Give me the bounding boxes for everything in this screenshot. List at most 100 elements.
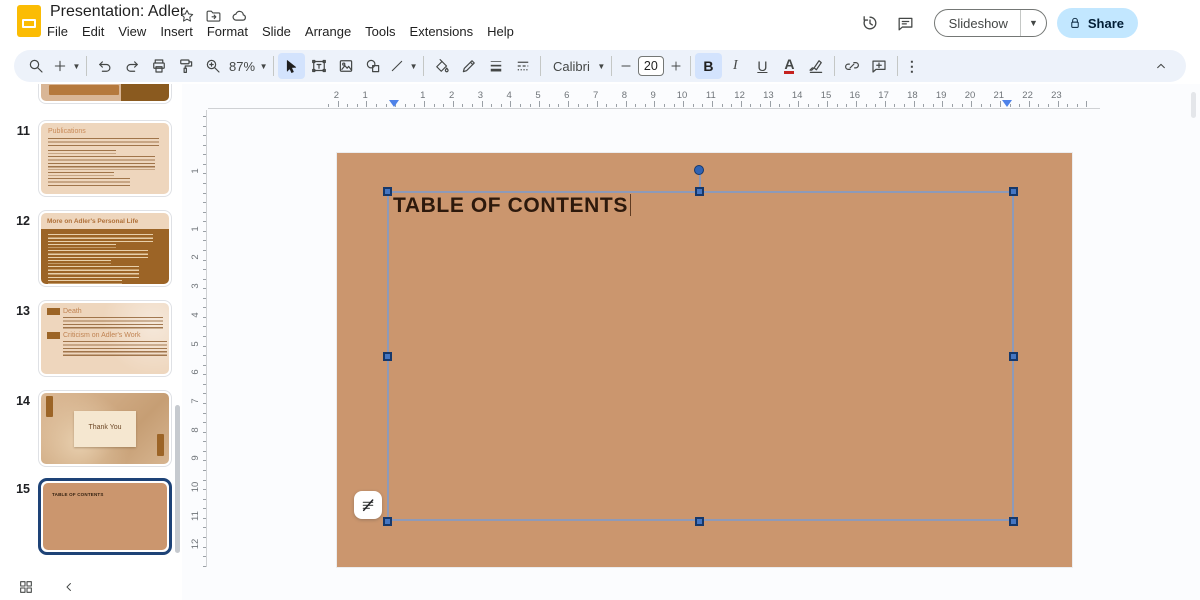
share-button[interactable]: Share (1057, 8, 1138, 38)
add-comment-button[interactable] (866, 53, 893, 79)
grid-view-icon[interactable] (18, 579, 34, 595)
thumbnail-slide-12[interactable]: More on Adler's Personal Life (38, 210, 172, 287)
border-dash-button[interactable] (509, 53, 536, 79)
zoom-in-icon[interactable] (199, 53, 226, 79)
slides-app-icon-inner (22, 19, 36, 28)
menu-extensions[interactable]: Extensions (403, 22, 481, 41)
select-tool[interactable] (278, 53, 305, 79)
font-size-increase-button[interactable] (666, 53, 686, 79)
ruler-tick (1048, 104, 1049, 108)
redo-button[interactable] (118, 53, 145, 79)
font-size-input[interactable]: 20 (638, 56, 664, 76)
thumbnail-slide-10-partial[interactable] (38, 84, 172, 104)
rotation-handle[interactable] (694, 165, 704, 175)
slideshow-options-caret[interactable]: ▼ (1021, 10, 1046, 36)
ruler-tick (952, 104, 953, 108)
resize-handle-middle-left[interactable] (383, 352, 392, 361)
version-history-icon[interactable] (856, 9, 884, 37)
menu-tools[interactable]: Tools (358, 22, 402, 41)
new-slide-button[interactable] (49, 53, 71, 79)
new-slide-caret[interactable]: ▼ (71, 62, 82, 71)
thumbnail-text-lines (48, 156, 155, 170)
italic-button[interactable]: I (722, 53, 749, 79)
thumbnail-slide-11[interactable]: Publications (38, 120, 172, 197)
ruler-number: 3 (190, 278, 200, 294)
search-menus-icon[interactable] (22, 53, 49, 79)
menu-insert[interactable]: Insert (153, 22, 200, 41)
more-options-icon[interactable]: ⋮ (902, 53, 922, 79)
thumbnail-text-lines (48, 234, 153, 242)
thumbnail-slide-14[interactable]: Thank You (38, 390, 172, 467)
textbox-selection-outline[interactable] (387, 191, 1014, 521)
menu-help[interactable]: Help (480, 22, 521, 41)
text-box-tool[interactable] (305, 53, 332, 79)
thumbnail-slide-15[interactable]: TABLE OF CONTENTS (38, 478, 172, 555)
insert-line-button[interactable] (386, 53, 408, 79)
menu-file[interactable]: File (40, 22, 75, 41)
filmstrip-scrollbar[interactable] (175, 405, 180, 553)
ruler-tick (203, 135, 207, 136)
undo-button[interactable] (91, 53, 118, 79)
print-button[interactable] (145, 53, 172, 79)
ruler-number: 1 (420, 90, 425, 101)
accent-rect (47, 308, 60, 315)
main-toolbar: ▼ 87% ▼ ▼ Calibri ▼ (14, 50, 1186, 82)
paint-format-button[interactable] (172, 53, 199, 79)
thumbnail-slide-13[interactable]: DeathCriticism on Adler's Work (38, 300, 172, 377)
underline-button[interactable]: U (749, 53, 776, 79)
menu-view[interactable]: View (111, 22, 153, 41)
text-color-button[interactable]: A (776, 53, 803, 79)
bold-button[interactable]: B (695, 53, 722, 79)
resize-handle-top-left[interactable] (383, 187, 392, 196)
indent-marker[interactable] (1002, 100, 1012, 107)
slide-title-text[interactable]: TABLE OF CONTENTS (393, 194, 631, 218)
hide-menus-icon[interactable] (1147, 53, 1174, 79)
ruler-number: 1 (190, 221, 200, 237)
ruler-tick (539, 101, 540, 107)
border-weight-button[interactable] (482, 53, 509, 79)
zoom-caret[interactable]: ▼ (258, 62, 269, 71)
resize-handle-top-center[interactable] (695, 187, 704, 196)
vertical-ruler[interactable]: 1123456789101112 (184, 84, 208, 574)
menu-slide[interactable]: Slide (255, 22, 298, 41)
fill-color-button[interactable] (428, 53, 455, 79)
autofit-indicator-button[interactable] (354, 491, 382, 519)
menu-edit[interactable]: Edit (75, 22, 111, 41)
ruler-tick (203, 336, 207, 337)
ruler-number: 22 (1022, 90, 1033, 101)
insert-link-button[interactable] (839, 53, 866, 79)
thumbnail-text-lines (48, 244, 116, 248)
ruler-number: 10 (677, 90, 688, 101)
resize-handle-bottom-right[interactable] (1009, 517, 1018, 526)
horizontal-ruler[interactable]: 121234567891011121314151617181920212223 (208, 88, 1100, 109)
resize-handle-bottom-center[interactable] (695, 517, 704, 526)
font-family-select[interactable]: Calibri (545, 59, 596, 74)
slideshow-button[interactable]: Slideshow (935, 10, 1021, 36)
highlight-color-button[interactable] (803, 53, 830, 79)
insert-line-caret[interactable]: ▼ (408, 62, 419, 71)
thumbnail-title: Criticism on Adler's Work (63, 332, 140, 339)
comment-history-icon[interactable] (892, 9, 920, 37)
font-size-decrease-button[interactable] (616, 53, 636, 79)
collapse-filmstrip-icon[interactable] (62, 580, 76, 594)
document-title[interactable]: Presentation: Adler (50, 3, 185, 21)
ruler-tick (683, 101, 684, 107)
slides-app-icon[interactable] (17, 5, 41, 37)
indent-marker[interactable] (389, 100, 399, 107)
thumbnail-text-lines (48, 150, 116, 154)
insert-shape-button[interactable] (359, 53, 386, 79)
thumbnail-text-lines (63, 317, 163, 329)
resize-handle-bottom-left[interactable] (383, 517, 392, 526)
menu-format[interactable]: Format (200, 22, 255, 41)
ruler-tick (530, 104, 531, 108)
slide-filmstrip[interactable]: 11Publications12More on Adler's Personal… (0, 84, 182, 600)
canvas-scrollbar[interactable] (1191, 92, 1196, 118)
ruler-tick (491, 104, 492, 108)
border-color-button[interactable] (455, 53, 482, 79)
insert-image-button[interactable] (332, 53, 359, 79)
resize-handle-top-right[interactable] (1009, 187, 1018, 196)
zoom-value[interactable]: 87% (226, 59, 258, 74)
menu-arrange[interactable]: Arrange (298, 22, 358, 41)
resize-handle-middle-right[interactable] (1009, 352, 1018, 361)
font-family-caret[interactable]: ▼ (596, 62, 607, 71)
